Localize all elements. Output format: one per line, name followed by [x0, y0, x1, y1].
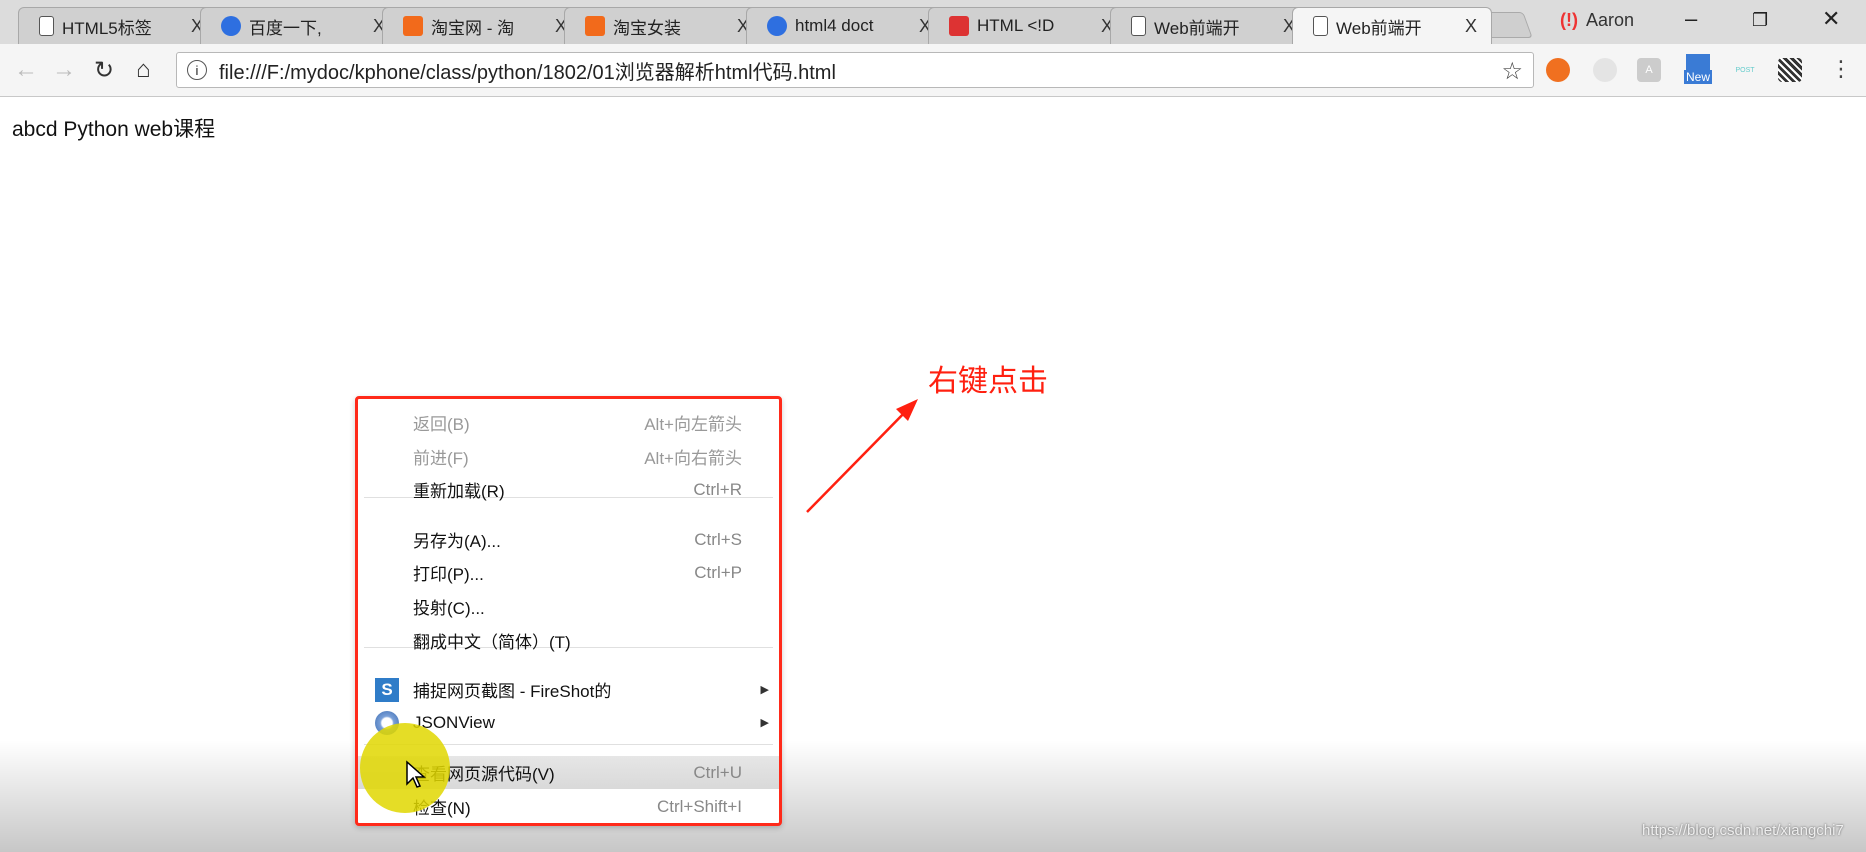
menu-item[interactable]: 投射(C)...: [358, 590, 779, 623]
qr-code-icon[interactable]: [1778, 58, 1802, 82]
menu-item-shortcut: Ctrl+S: [694, 529, 742, 549]
menu-item-shortcut: Ctrl+U: [693, 762, 742, 782]
w3school-icon: [949, 16, 969, 36]
menu-item-label: 重新加载(R): [413, 482, 505, 501]
taobao-icon: [403, 16, 423, 36]
baidu-icon: [221, 16, 241, 36]
tab-title: Web前端开: [1154, 18, 1240, 38]
menu-item-label: 捕捉网页截图 - FireShot的: [413, 682, 612, 701]
taobao-icon: [585, 16, 605, 36]
menu-item[interactable]: 返回(B) Alt+向左箭头: [358, 406, 779, 439]
annotation-arrow: [806, 399, 918, 513]
menu-item-shortcut: Ctrl+P: [694, 562, 742, 582]
menu-item-label: 另存为(A)...: [413, 532, 501, 551]
fireshot-icon: S: [375, 677, 399, 702]
menu-item-label: 打印(P)...: [413, 565, 484, 584]
extension-grey-icon[interactable]: [1593, 58, 1617, 82]
home-button[interactable]: ⌂: [136, 56, 151, 84]
tab-title: HTML5标签: [62, 18, 152, 38]
video-shade: [0, 740, 1866, 852]
profile-icon: (!): [1560, 10, 1578, 30]
menu-item-shortcut: Ctrl+Shift+I: [656, 796, 742, 816]
menu-item-label: 前进(F): [413, 449, 469, 468]
menu-item[interactable]: 打印(P)... Ctrl+P: [358, 556, 779, 589]
tab[interactable]: HTML5标签 X: [18, 7, 218, 44]
menu-item[interactable]: 另存为(A)... Ctrl+S: [358, 523, 779, 556]
mouse-pointer-icon: [406, 760, 426, 788]
tab-close-button[interactable]: X: [1465, 16, 1477, 37]
back-button[interactable]: ←: [14, 56, 38, 84]
address-bar[interactable]: i file:///F:/mydoc/kphone/class/python/1…: [176, 52, 1534, 88]
tab-title: Web前端开: [1336, 18, 1422, 38]
reload-button[interactable]: ↻: [94, 56, 114, 85]
menu-item[interactable]: 翻成中文（简体）(T): [358, 624, 779, 657]
tab-title: 淘宝网 - 淘: [431, 18, 515, 38]
submenu-arrow-icon: ▶: [760, 684, 769, 696]
page-icon: [1313, 16, 1328, 36]
menu-item-shortcut: Alt+向左箭头: [644, 415, 742, 434]
menu-item[interactable]: S 捕捉网页截图 - FireShot的 ▶: [358, 673, 779, 706]
tab-title: HTML <!D: [977, 16, 1055, 35]
tab[interactable]: HTML <!D X: [928, 7, 1128, 44]
menu-item-label: 返回(B): [413, 415, 470, 434]
menu-kebab-icon[interactable]: ⋮: [1830, 56, 1852, 82]
tab-title: 百度一下,: [249, 18, 322, 38]
restore-button[interactable]: ❐: [1752, 10, 1768, 31]
tab-title: html4 doct: [795, 16, 874, 35]
postman-icon[interactable]: POST: [1733, 58, 1757, 82]
bookmark-star-icon[interactable]: ☆: [1501, 57, 1523, 86]
menu-item[interactable]: 重新加载(R) Ctrl+R: [358, 473, 779, 506]
tab[interactable]: 淘宝网 - 淘X: [382, 7, 582, 44]
tab[interactable]: 淘宝女装 X: [564, 7, 764, 44]
menu-item-label: 投射(C)...: [413, 599, 485, 618]
menu-item-shortcut: Ctrl+R: [693, 479, 742, 499]
menu-item-shortcut: Alt+向右箭头: [644, 449, 742, 468]
tab[interactable]: 百度一下, X: [200, 7, 400, 44]
toolbar: ← → ↻ ⌂ i file:///F:/mydoc/kphone/class/…: [0, 44, 1866, 97]
profile-name: Aaron: [1585, 10, 1635, 30]
watermark: https://blog.csdn.net/xiangchi7: [1642, 822, 1844, 839]
tab-title: 淘宝女装: [613, 18, 681, 38]
page-icon: [39, 16, 54, 36]
fireshot-new-icon[interactable]: New: [1682, 52, 1714, 86]
baidu-icon: [767, 16, 787, 36]
page-icon: [1131, 16, 1146, 36]
angular-icon[interactable]: A: [1637, 58, 1661, 82]
extension-orange-icon[interactable]: [1546, 58, 1570, 82]
close-window-button[interactable]: ✕: [1822, 6, 1840, 32]
info-icon[interactable]: i: [187, 60, 207, 80]
submenu-arrow-icon: ▶: [760, 717, 769, 729]
profile-button[interactable]: (!) Aaron: [1560, 10, 1634, 31]
minimize-button[interactable]: –: [1685, 6, 1697, 32]
forward-button[interactable]: →: [52, 56, 76, 84]
page-text: abcd Python web课程: [12, 118, 216, 141]
tab[interactable]: Web前端开 X: [1110, 7, 1310, 44]
tab-strip: HTML5标签 X 百度一下, X 淘宝网 - 淘 X 淘宝女装 Xhtml4 doct X HT…: [0, 0, 1866, 44]
menu-item[interactable]: 前进(F) Alt+向右箭头: [358, 440, 779, 473]
tab[interactable]: html4 doct X: [746, 7, 946, 44]
url-text: file:///F:/mydoc/kphone/class/python/180…: [219, 61, 836, 84]
tab[interactable]: Web前端开 X: [1292, 7, 1492, 44]
menu-item-label: 翻成中文（简体）(T): [413, 633, 571, 652]
annotation-label: 右键点击: [928, 365, 1048, 398]
